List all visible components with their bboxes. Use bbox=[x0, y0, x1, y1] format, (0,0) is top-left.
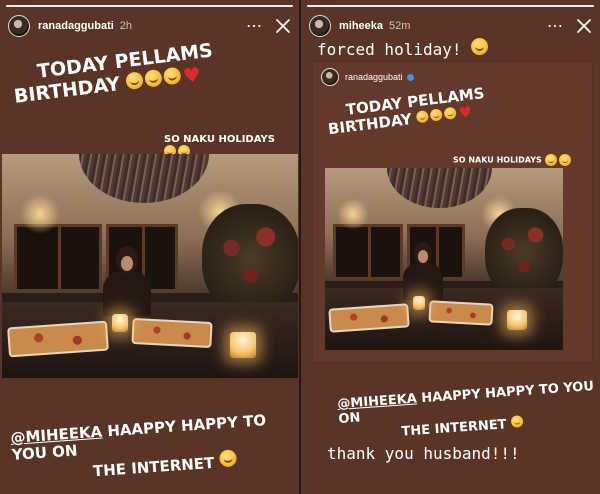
reshared-username[interactable]: ranadaggubati bbox=[345, 72, 403, 82]
close-icon[interactable] bbox=[576, 18, 592, 34]
candle bbox=[413, 296, 425, 310]
username[interactable]: ranadaggubati bbox=[38, 20, 114, 32]
avatar[interactable] bbox=[309, 15, 331, 37]
story-progress-bar bbox=[307, 5, 594, 7]
story-header: ranadaggubati 2h ⋯ bbox=[8, 12, 291, 40]
story-right[interactable]: miheeka 52m ⋯ forced holiday! ranadaggub… bbox=[301, 0, 600, 494]
kissing-emoji bbox=[218, 448, 237, 467]
story-left[interactable]: ranadaggubati 2h ⋯ Today Pellams Birthda… bbox=[0, 0, 299, 494]
more-icon[interactable]: ⋯ bbox=[547, 16, 564, 36]
close-icon[interactable] bbox=[275, 18, 291, 34]
thank-you-text: thank you husband!!! bbox=[327, 444, 520, 463]
laughing-emoji bbox=[544, 154, 557, 166]
caption-line-2: Birthday bbox=[12, 72, 122, 108]
red-heart-icon: ♥ bbox=[181, 62, 203, 89]
more-icon[interactable]: ⋯ bbox=[246, 16, 263, 36]
red-heart-icon: ♥ bbox=[457, 102, 474, 123]
forced-holiday-text: forced holiday! bbox=[317, 38, 489, 59]
birthday-caption: Today Pellams Birthday ♥ bbox=[13, 39, 217, 107]
kissing-emoji bbox=[510, 414, 524, 428]
timestamp: 2h bbox=[119, 20, 133, 32]
person bbox=[100, 246, 154, 316]
reshared-story-card[interactable]: ranadaggubati Today Pellams Birthday ♥ S… bbox=[313, 62, 592, 362]
holidays-text: So naku holidays bbox=[164, 134, 275, 145]
avatar[interactable] bbox=[321, 68, 339, 86]
grinning-emoji bbox=[430, 108, 444, 122]
flower-bouquet bbox=[202, 204, 298, 314]
birthday-caption: Today Pellams Birthday ♥ bbox=[327, 84, 488, 138]
pizza-box bbox=[131, 317, 213, 349]
username[interactable]: miheeka bbox=[339, 20, 383, 32]
grinning-emoji bbox=[443, 106, 458, 121]
top-text: forced holiday! bbox=[317, 40, 462, 59]
caption-line-2: Birthday bbox=[327, 110, 413, 139]
candle bbox=[230, 332, 256, 358]
person bbox=[401, 242, 445, 300]
grinning-emoji bbox=[163, 66, 182, 86]
timestamp: 52m bbox=[389, 20, 411, 32]
story-header: miheeka 52m ⋯ bbox=[309, 12, 592, 40]
reshared-story-header: ranadaggubati bbox=[321, 68, 414, 86]
mention-sticker: @Miheeka Haappy happy to you on the inte… bbox=[10, 410, 299, 486]
avatar[interactable] bbox=[8, 15, 30, 37]
candle bbox=[507, 310, 527, 330]
grinning-emoji bbox=[125, 71, 145, 91]
laughing-emoji bbox=[471, 38, 489, 55]
story-progress-bar bbox=[6, 5, 293, 7]
pizza-box bbox=[428, 300, 494, 326]
verified-badge-icon bbox=[406, 73, 414, 81]
flower-bouquet bbox=[485, 208, 563, 298]
grinning-emoji bbox=[144, 69, 164, 89]
holidays-text: So naku holidays bbox=[453, 155, 542, 165]
mention-line-2: the internet bbox=[92, 453, 215, 480]
holidays-sticker: So naku holidays bbox=[453, 154, 571, 166]
dinner-photo bbox=[2, 154, 298, 378]
dinner-photo bbox=[325, 168, 563, 350]
mention-sticker: @Miheeka Haappy happy to you on the inte… bbox=[337, 379, 600, 445]
laughing-emoji bbox=[558, 154, 571, 166]
candle bbox=[112, 314, 128, 332]
mention-link[interactable]: @Miheeka bbox=[337, 391, 417, 412]
grinning-emoji bbox=[416, 110, 430, 124]
